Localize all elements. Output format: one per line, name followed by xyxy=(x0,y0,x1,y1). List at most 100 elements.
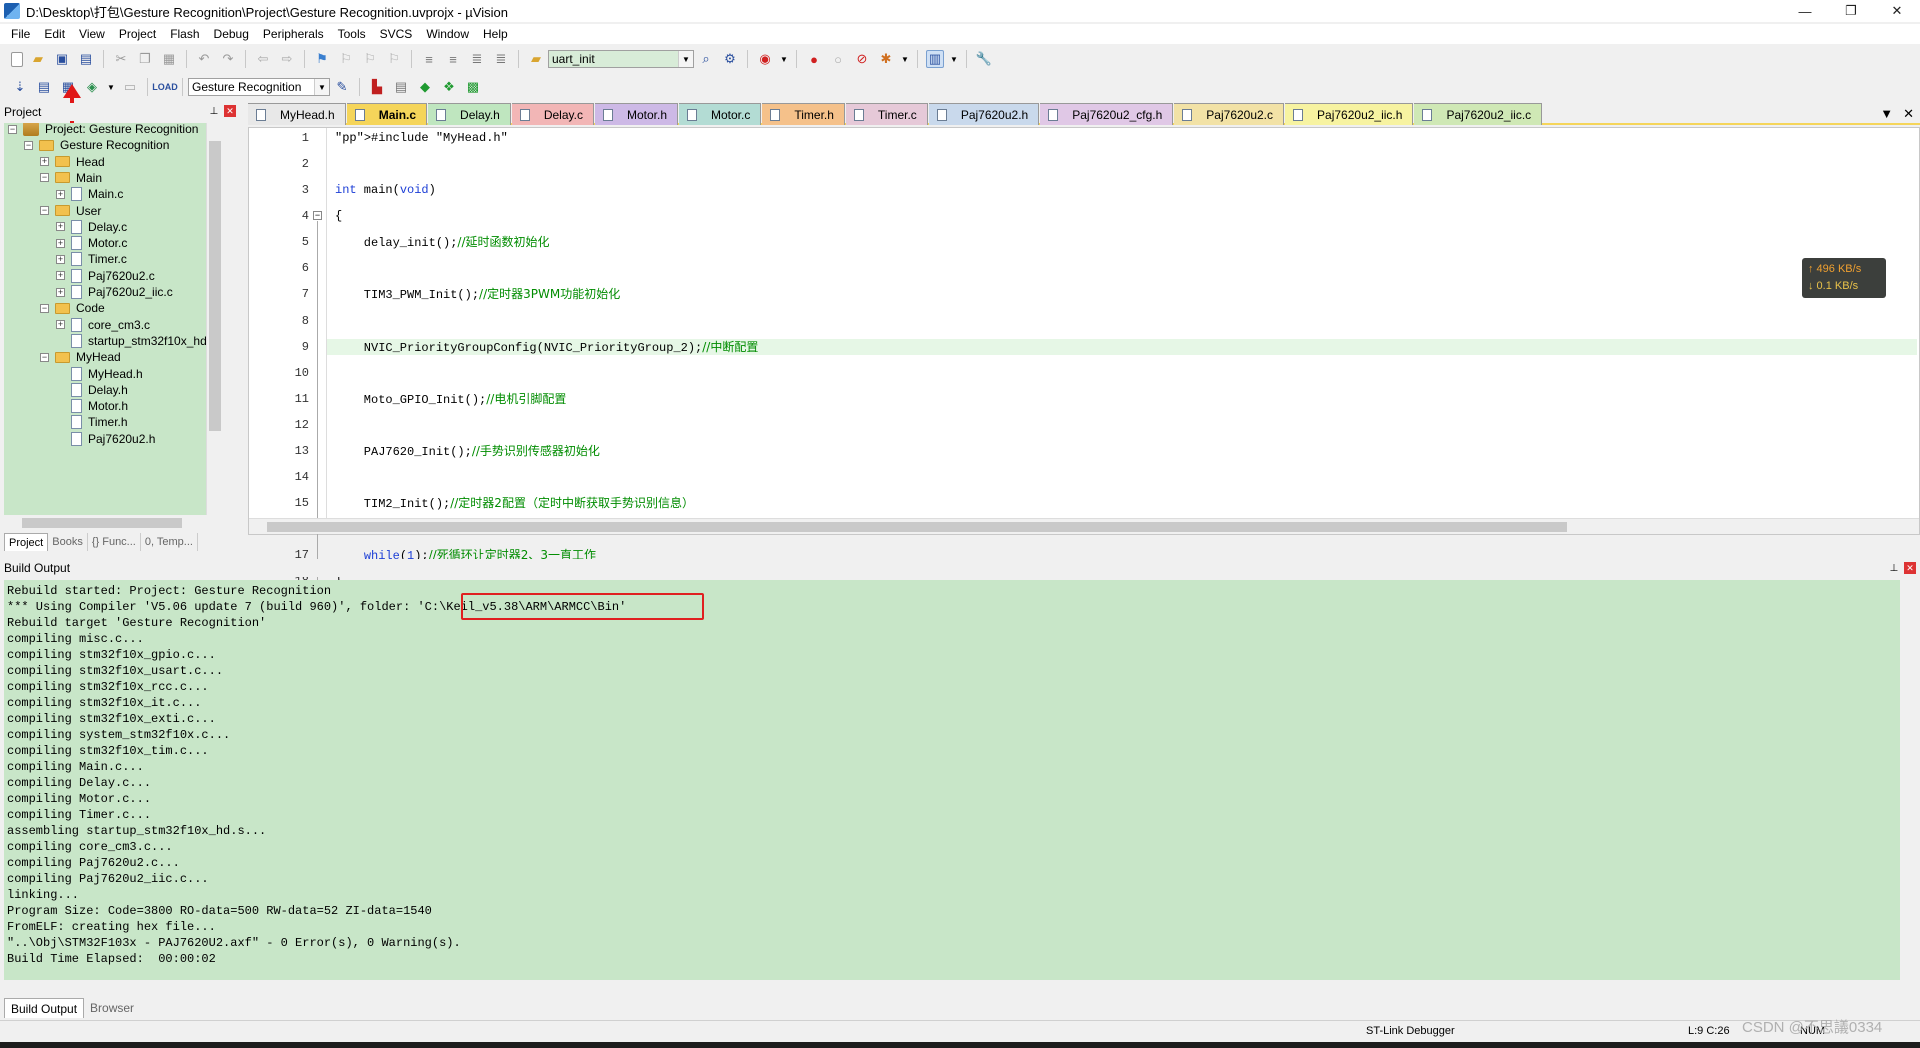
build-output-scrollbar[interactable] xyxy=(1900,580,1916,976)
download-load-icon[interactable]: LOAD xyxy=(152,78,178,96)
code-line[interactable]: delay_init();//延时函数初始化 xyxy=(335,234,550,250)
close-icon[interactable]: ✕ xyxy=(1904,562,1916,574)
pack-installer-icon[interactable]: ▩ xyxy=(464,78,482,96)
expand-icon[interactable]: + xyxy=(56,254,65,264)
target-options-icon[interactable]: ✎ xyxy=(333,78,351,96)
copy-icon[interactable]: ❐ xyxy=(136,50,154,68)
editor-tab[interactable]: Main.c xyxy=(346,103,428,125)
new-file-icon[interactable] xyxy=(11,51,23,67)
close-tab-icon[interactable]: ✕ xyxy=(1903,106,1914,122)
tab-list-dropdown-icon[interactable]: ▼ xyxy=(1880,106,1893,122)
batch-build-icon[interactable]: ◈ xyxy=(83,78,101,96)
build-output-hscrollbar[interactable] xyxy=(4,980,1916,996)
code-line[interactable]: Moto_GPIO_Init();//电机引脚配置 xyxy=(335,391,567,407)
debug-session-icon[interactable]: ◉ xyxy=(756,50,774,68)
fold-collapse-icon[interactable]: − xyxy=(313,211,322,221)
pin-icon[interactable]: ⊥ xyxy=(1888,562,1900,574)
scrollbar-thumb[interactable] xyxy=(22,518,182,528)
collapse-icon[interactable]: − xyxy=(40,303,49,313)
tab-project[interactable]: Project xyxy=(4,533,49,551)
code-editor[interactable]: 12345678910111213141516171819− "pp">#inc… xyxy=(248,127,1920,614)
expand-icon[interactable]: + xyxy=(56,271,65,281)
editor-tab[interactable]: Delay.c xyxy=(511,103,594,125)
editor-tab[interactable]: Timer.h xyxy=(762,103,845,125)
code-line[interactable]: NVIC_PriorityGroupConfig(NVIC_PriorityGr… xyxy=(335,339,759,355)
editor-tab[interactable]: Paj7620u2_cfg.h xyxy=(1040,103,1174,125)
configure-wrench-icon[interactable]: 🔧 xyxy=(975,50,993,68)
undo-icon[interactable]: ↶ xyxy=(195,50,213,68)
comment-icon[interactable]: ≣ xyxy=(468,50,486,68)
project-tree-hscrollbar[interactable] xyxy=(4,515,236,531)
code-area[interactable]: "pp">#include "MyHead.h" int main(void){ … xyxy=(327,128,1917,588)
code-line[interactable]: TIM2_Init();//定时器2配置（定时中断获取手势识别信息） xyxy=(335,495,694,511)
clear-bookmarks-icon[interactable]: ⚐ xyxy=(385,50,403,68)
editor-tab[interactable]: Motor.c xyxy=(679,103,762,125)
editor-tab[interactable]: Motor.h xyxy=(594,103,678,125)
editor-tab[interactable]: Timer.c xyxy=(845,103,928,125)
redo-icon[interactable]: ↷ xyxy=(219,50,237,68)
stop-build-icon[interactable]: ▭ xyxy=(121,78,139,96)
expand-icon[interactable]: + xyxy=(56,320,65,330)
project-tree-scrollbar[interactable] xyxy=(206,123,222,515)
expand-icon[interactable]: + xyxy=(56,287,65,297)
disable-all-breakpoints-icon[interactable]: ⊘ xyxy=(853,50,871,68)
tab-templates[interactable]: 0, Temp... xyxy=(141,533,198,551)
target-combo[interactable]: Gesture Recognition ▼ xyxy=(188,78,330,96)
uncomment-icon[interactable]: ≣ xyxy=(492,50,510,68)
disable-breakpoint-icon[interactable]: ○ xyxy=(829,50,847,68)
collapse-icon[interactable]: − xyxy=(40,206,49,215)
find-combo[interactable]: uart_init ▼ xyxy=(548,50,694,68)
chevron-down-icon[interactable]: ▼ xyxy=(314,79,329,95)
menu-project[interactable]: Project xyxy=(112,24,163,44)
scrollbar-thumb[interactable] xyxy=(209,141,221,431)
find-in-files-icon[interactable]: ▰ xyxy=(527,50,545,68)
navigate-back-icon[interactable]: ⇦ xyxy=(254,50,272,68)
cut-icon[interactable]: ✂ xyxy=(112,50,130,68)
editor-tab[interactable]: Delay.h xyxy=(428,103,511,125)
code-line[interactable]: { xyxy=(335,208,342,224)
expand-icon[interactable]: + xyxy=(56,189,65,199)
editor-tab[interactable]: Paj7620u2.h xyxy=(928,103,1040,125)
editor-tab[interactable]: Paj7620u2_iic.c xyxy=(1414,103,1543,125)
translate-icon[interactable]: ⇣ xyxy=(11,78,29,96)
save-icon[interactable]: ▣ xyxy=(53,50,71,68)
chevron-down-icon[interactable]: ▼ xyxy=(678,51,693,67)
bookmark-icon[interactable]: ⚑ xyxy=(313,50,331,68)
window-layout-icon[interactable]: ▥ xyxy=(926,50,944,68)
maximize-button[interactable]: ❐ xyxy=(1828,0,1874,22)
open-folder-icon[interactable]: ▰ xyxy=(29,50,47,68)
menu-flash[interactable]: Flash xyxy=(163,24,206,44)
incremental-find-icon[interactable]: ⚙ xyxy=(721,50,739,68)
code-line[interactable]: TIM3_PWM_Init();//定时器3PWM功能初始化 xyxy=(335,286,620,302)
minimize-button[interactable]: — xyxy=(1782,0,1828,22)
pin-icon[interactable]: ⊥ xyxy=(208,105,220,117)
tab-functions[interactable]: {} Func... xyxy=(88,533,141,551)
tree-item[interactable]: Paj7620u2.h xyxy=(56,429,155,449)
scrollbar-thumb[interactable] xyxy=(267,522,1567,532)
menu-peripherals[interactable]: Peripherals xyxy=(256,24,331,44)
expand-icon[interactable]: + xyxy=(56,222,65,232)
select-packs-icon[interactable]: ❖ xyxy=(440,78,458,96)
collapse-icon[interactable]: − xyxy=(24,140,33,150)
collapse-icon[interactable]: − xyxy=(40,352,49,362)
code-line[interactable]: "pp">#include "MyHead.h" xyxy=(335,130,508,146)
file-extensions-icon[interactable]: ▤ xyxy=(392,78,410,96)
build-output-text[interactable]: Rebuild started: Project: Gesture Recogn… xyxy=(4,580,1900,980)
save-all-icon[interactable]: ▤ xyxy=(77,50,95,68)
tab-build-output[interactable]: Build Output xyxy=(4,998,85,1018)
breakpoint-icon[interactable]: ● xyxy=(805,50,823,68)
menu-file[interactable]: File xyxy=(4,24,37,44)
expand-icon[interactable]: + xyxy=(56,238,65,248)
chevron-down-icon[interactable]: ▼ xyxy=(950,50,958,68)
editor-tab[interactable]: Paj7620u2_iic.h xyxy=(1285,103,1414,125)
tab-books[interactable]: Books xyxy=(48,533,88,551)
indent-icon[interactable]: ≡ xyxy=(420,50,438,68)
unindent-icon[interactable]: ≡ xyxy=(444,50,462,68)
close-button[interactable]: ✕ xyxy=(1874,0,1920,22)
manage-project-items-icon[interactable]: ▙ xyxy=(368,78,386,96)
close-icon[interactable]: ✕ xyxy=(224,105,236,117)
navigate-forward-icon[interactable]: ⇨ xyxy=(278,50,296,68)
tab-browser[interactable]: Browser xyxy=(84,998,140,1018)
editor-tab[interactable]: MyHead.h xyxy=(248,103,346,125)
menu-debug[interactable]: Debug xyxy=(207,24,256,44)
